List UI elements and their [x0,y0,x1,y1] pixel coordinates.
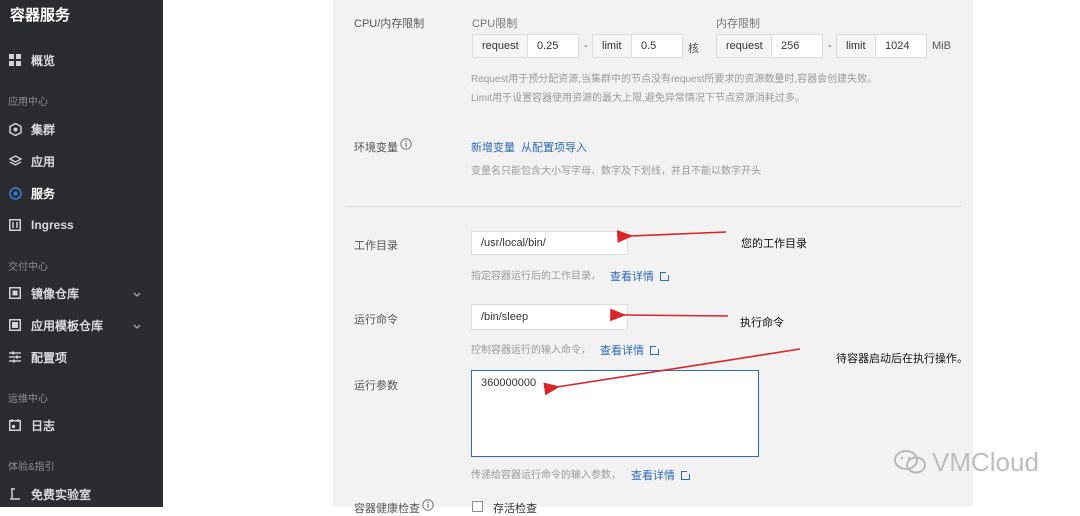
args-annotation: 待容器启动后在执行操作。 [836,353,968,365]
annotation-arrows [543,230,801,396]
cmd-annotation: 执行命令 [740,317,784,329]
cmd-arrow [610,308,729,322]
workdir-annotation: 您的工作目录 [741,238,807,250]
workdir-arrow [616,230,727,243]
args-arrow [543,348,801,396]
watermark: VMCloud [932,447,1039,477]
wechat-icon [893,448,927,481]
